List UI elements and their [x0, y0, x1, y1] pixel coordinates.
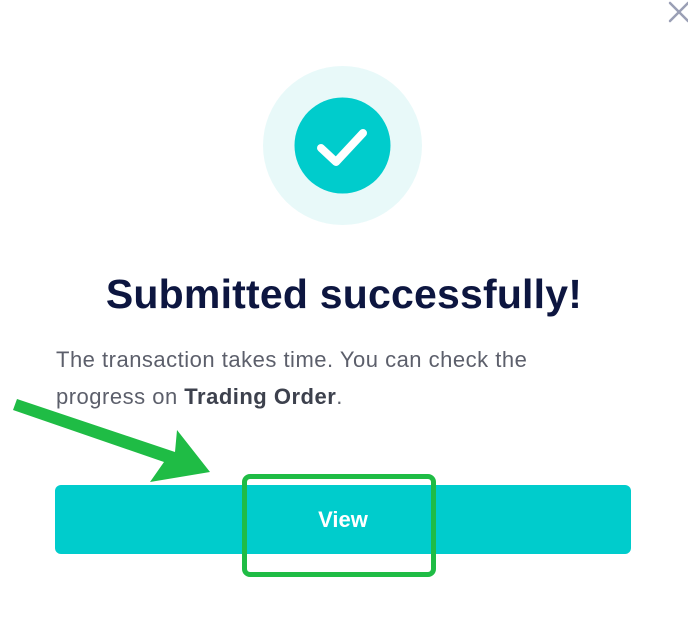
close-button[interactable] [666, 0, 688, 28]
dialog-title: Submitted successfully! [105, 271, 583, 317]
check-circle-icon [263, 66, 422, 225]
dialog-message: The transaction takes time. You can chec… [56, 341, 616, 415]
message-suffix: . [336, 384, 343, 409]
close-icon [668, 1, 688, 23]
trading-order-link[interactable]: Trading Order [184, 384, 336, 409]
view-button[interactable]: View [55, 485, 631, 554]
